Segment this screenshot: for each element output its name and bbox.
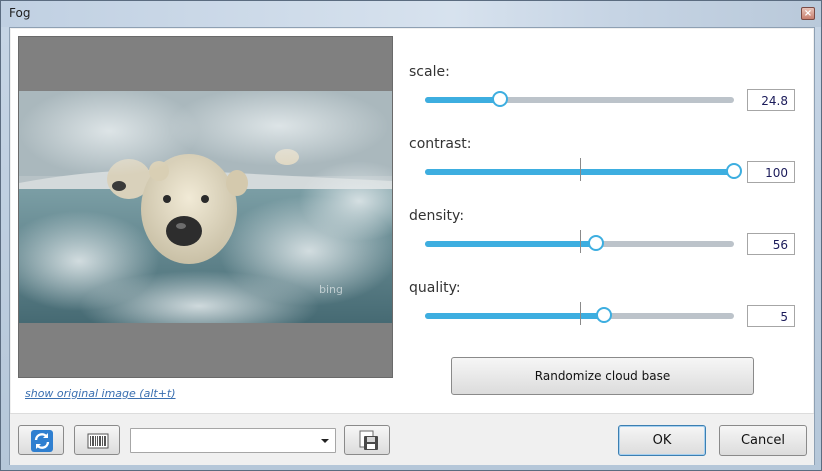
density-label: density:: [409, 208, 465, 224]
randomize-cloud-base-button[interactable]: Randomize cloud base: [451, 357, 754, 395]
ok-button[interactable]: OK: [618, 425, 706, 456]
quality-slider-thumb[interactable]: [596, 307, 612, 323]
scale-slider[interactable]: [425, 91, 734, 107]
close-button[interactable]: ×: [801, 7, 815, 20]
refresh-icon: [31, 430, 53, 452]
preset-dropdown[interactable]: [130, 428, 336, 453]
cancel-button[interactable]: Cancel: [719, 425, 807, 456]
save-preset-button[interactable]: [344, 425, 390, 455]
preview-panel: bing: [18, 36, 393, 378]
density-slider-center-tick: [580, 230, 581, 253]
chevron-down-icon: [321, 439, 329, 443]
barcode-button[interactable]: [74, 425, 120, 455]
contrast-slider[interactable]: [425, 158, 742, 181]
bing-watermark: bing: [319, 283, 343, 296]
density-value-input[interactable]: 56: [747, 233, 795, 255]
refresh-button[interactable]: [18, 425, 64, 455]
quality-slider-fill: [425, 313, 604, 319]
contrast-label: contrast:: [409, 136, 472, 152]
density-slider[interactable]: [425, 230, 734, 253]
density-slider-fill: [425, 241, 596, 247]
quality-slider-center-tick: [580, 302, 581, 325]
contrast-slider-thumb[interactable]: [726, 163, 742, 179]
quality-slider[interactable]: [425, 302, 734, 325]
scale-slider-thumb[interactable]: [492, 91, 508, 107]
scale-slider-fill: [425, 97, 500, 103]
title-bar[interactable]: Fog ×: [1, 1, 821, 27]
barcode-icon: [87, 433, 109, 449]
dialog-window: Fog × bing show original image (alt+t) s…: [0, 0, 822, 471]
preview-image: bing: [19, 91, 392, 323]
density-slider-thumb[interactable]: [588, 235, 604, 251]
close-icon: ×: [803, 8, 813, 19]
save-icon: [359, 430, 378, 450]
window-title: Fog: [9, 6, 31, 20]
scale-label: scale:: [409, 64, 450, 80]
bottom-toolbar: OK Cancel: [10, 413, 814, 465]
show-original-link[interactable]: show original image (alt+t): [25, 387, 176, 400]
dialog-client: bing show original image (alt+t) scale: …: [9, 27, 815, 465]
scale-value-input[interactable]: 24.8: [747, 89, 795, 111]
contrast-value-input[interactable]: 100: [747, 161, 795, 183]
content-area: bing show original image (alt+t) scale: …: [11, 29, 813, 413]
quality-label: quality:: [409, 280, 461, 296]
quality-value-input[interactable]: 5: [747, 305, 795, 327]
contrast-slider-center-tick: [580, 158, 581, 181]
